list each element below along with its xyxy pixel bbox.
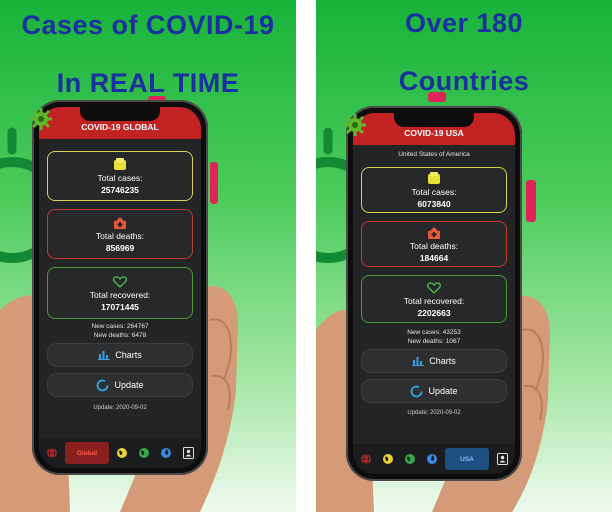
charts-button[interactable]: Charts <box>47 343 193 367</box>
country-name: United States of America <box>398 151 470 158</box>
deaths-label: Total deaths: <box>409 241 459 251</box>
cases-label: Total cases: <box>97 173 143 183</box>
total-cases-card: Total cases: 25746235 <box>47 151 193 201</box>
recovered-value: 17071445 <box>101 302 139 312</box>
virus-spike-decoration <box>428 92 446 102</box>
right-headline-line2: Countries <box>398 66 530 96</box>
total-recovered-card: Total recovered: 17071445 <box>47 267 193 319</box>
app-title: COVID-19 USA <box>404 128 464 138</box>
hospital-icon <box>114 217 126 229</box>
new-deaths-text: New deaths: 1067 <box>407 337 461 345</box>
app-title: COVID-19 GLOBAL <box>81 122 159 132</box>
world-yellow-icon[interactable] <box>113 444 131 462</box>
world-yellow-icon[interactable] <box>379 450 397 468</box>
new-stats: New cases: 264767 New deaths: 6478 <box>39 323 201 340</box>
update-label: Update <box>428 386 458 396</box>
charts-button[interactable]: Charts <box>361 349 507 373</box>
nav-tab-usa[interactable]: USA <box>445 448 489 470</box>
phone-screen: COVID-19 GLOBAL Total cases: 25746235 To… <box>39 107 201 468</box>
right-headline-line1: Over 180 <box>404 8 524 38</box>
usa-tab-label: USA <box>460 455 474 463</box>
deaths-label: Total deaths: <box>95 231 145 241</box>
total-deaths-card: Total deaths: 856969 <box>47 209 193 259</box>
charts-label: Charts <box>115 350 142 360</box>
left-headline-line1: Cases of COVID-19 <box>21 10 275 40</box>
total-cases-card: Total cases: 6073840 <box>361 167 507 213</box>
left-promo-panel: Cases of COVID-19 In REAL TIME COVID-19 … <box>0 0 296 512</box>
global-tab-label: Global <box>76 449 98 457</box>
bottom-nav: Global <box>39 438 201 468</box>
left-headline-line2: In REAL TIME <box>56 68 240 98</box>
world-green-icon[interactable] <box>401 450 419 468</box>
update-date: Update: 2020-09-02 <box>407 410 461 416</box>
new-cases-text: New cases: 264767 <box>91 323 149 330</box>
contact-book-icon[interactable] <box>493 450 511 468</box>
heart-icon <box>427 282 441 294</box>
total-deaths-card: Total deaths: 184664 <box>361 221 507 267</box>
update-button[interactable]: Update <box>361 379 507 403</box>
phone-notch <box>80 107 160 121</box>
cases-label: Total cases: <box>411 187 457 197</box>
phone-screen: COVID-19 USA United States of America To… <box>353 113 515 474</box>
deaths-value: 856969 <box>105 243 135 253</box>
globe-icon[interactable] <box>357 450 375 468</box>
recovered-value: 2202663 <box>417 308 451 318</box>
cases-value: 6073840 <box>417 199 451 209</box>
recovered-label: Total recovered: <box>403 296 465 306</box>
virus-gear-icon[interactable] <box>342 112 368 138</box>
update-button[interactable]: Update <box>47 373 193 397</box>
new-deaths-text: New deaths: 6478 <box>93 331 147 339</box>
right-promo-panel: Over 180 Countries COVID-19 USA United S… <box>316 0 612 512</box>
phone-frame: COVID-19 GLOBAL Total cases: 25746235 To… <box>30 100 208 475</box>
globe-icon[interactable] <box>43 444 61 462</box>
virus-spike-decoration <box>526 180 536 222</box>
phone-frame: COVID-19 USA United States of America To… <box>344 106 522 481</box>
fist-icon <box>114 158 126 170</box>
recovered-label: Total recovered: <box>89 290 151 300</box>
world-blue-icon[interactable] <box>423 450 441 468</box>
new-cases-text: New cases: 43253 <box>407 329 461 336</box>
nav-tab-global[interactable]: Global <box>65 442 109 464</box>
deaths-value: 184664 <box>419 253 449 263</box>
refresh-ring-icon <box>97 379 109 391</box>
refresh-ring-icon <box>411 385 423 397</box>
world-green-icon[interactable] <box>135 444 153 462</box>
bar-chart-icon <box>98 351 111 360</box>
update-label: Update <box>114 380 144 390</box>
charts-label: Charts <box>429 356 456 366</box>
new-stats: New cases: 43253 New deaths: 1067 <box>353 329 515 346</box>
bottom-nav: USA <box>353 444 515 474</box>
update-date: Update: 2020-09-02 <box>93 405 147 411</box>
total-recovered-card: Total recovered: 2202663 <box>361 275 507 323</box>
fist-icon <box>428 172 440 184</box>
contact-book-icon[interactable] <box>179 444 197 462</box>
heart-icon <box>113 276 127 288</box>
bar-chart-icon <box>412 357 425 366</box>
hospital-icon <box>428 227 440 239</box>
phone-notch <box>394 113 474 127</box>
virus-spike-decoration <box>210 162 218 204</box>
virus-gear-icon[interactable] <box>28 106 54 132</box>
cases-value: 25746235 <box>101 185 139 195</box>
world-blue-icon[interactable] <box>157 444 175 462</box>
